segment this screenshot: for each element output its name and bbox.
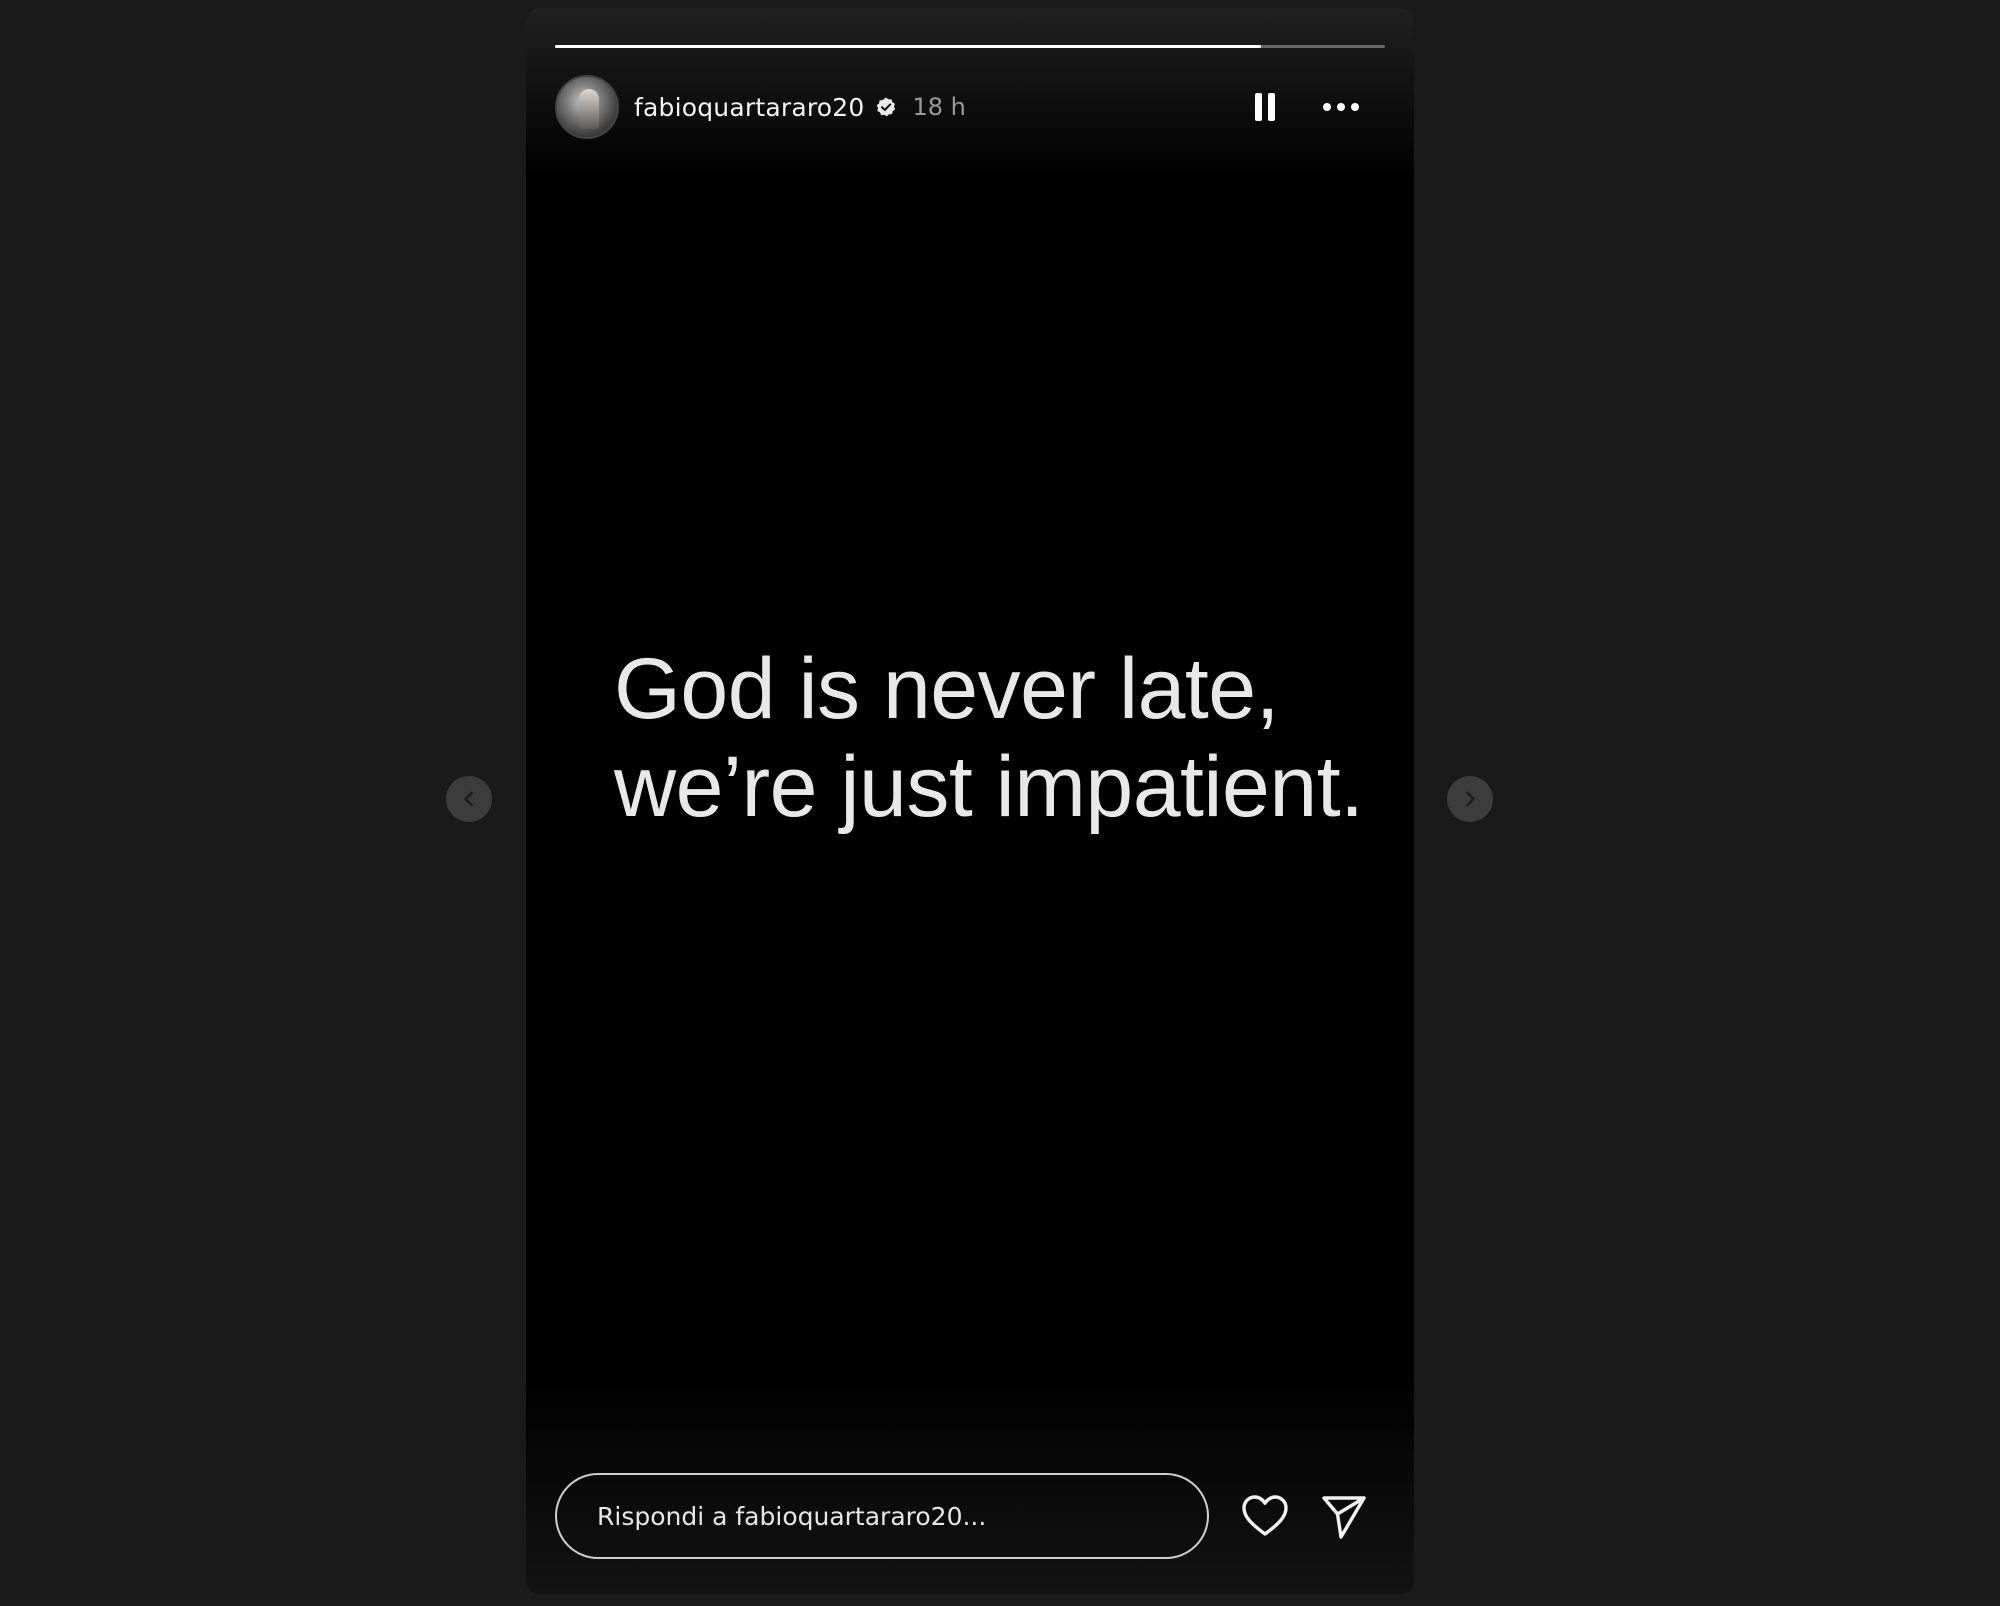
like-button[interactable] xyxy=(1240,1492,1290,1542)
share-button[interactable] xyxy=(1319,1492,1369,1542)
username-link[interactable]: fabioquartararo20 xyxy=(634,93,865,122)
avatar-photo xyxy=(579,89,599,129)
chevron-right-icon xyxy=(1466,791,1475,807)
story-progress-bar xyxy=(555,45,1385,48)
next-story-button[interactable] xyxy=(1447,776,1493,822)
previous-story-button[interactable] xyxy=(446,776,492,822)
more-options-icon xyxy=(1323,103,1331,111)
pause-icon xyxy=(1255,93,1262,121)
heart-icon xyxy=(1242,1495,1288,1536)
avatar[interactable] xyxy=(555,75,619,139)
more-options-button[interactable] xyxy=(1315,87,1367,127)
story-viewer: fabioquartararo20 18 h God is never late… xyxy=(0,0,2000,1606)
timestamp: 18 h xyxy=(912,93,966,121)
story-quote-text: God is never late, we’re just impatient. xyxy=(614,641,1364,835)
verified-badge-icon xyxy=(875,96,897,118)
pause-button[interactable] xyxy=(1245,87,1285,127)
chevron-left-icon xyxy=(464,791,473,807)
send-icon xyxy=(1322,1496,1366,1539)
story-card[interactable]: fabioquartararo20 18 h God is never late… xyxy=(526,8,1414,1594)
reply-input[interactable]: Rispondi a fabioquartararo20... xyxy=(555,1473,1209,1559)
story-header: fabioquartararo20 18 h xyxy=(555,74,1385,140)
story-progress-fill xyxy=(555,45,1261,48)
